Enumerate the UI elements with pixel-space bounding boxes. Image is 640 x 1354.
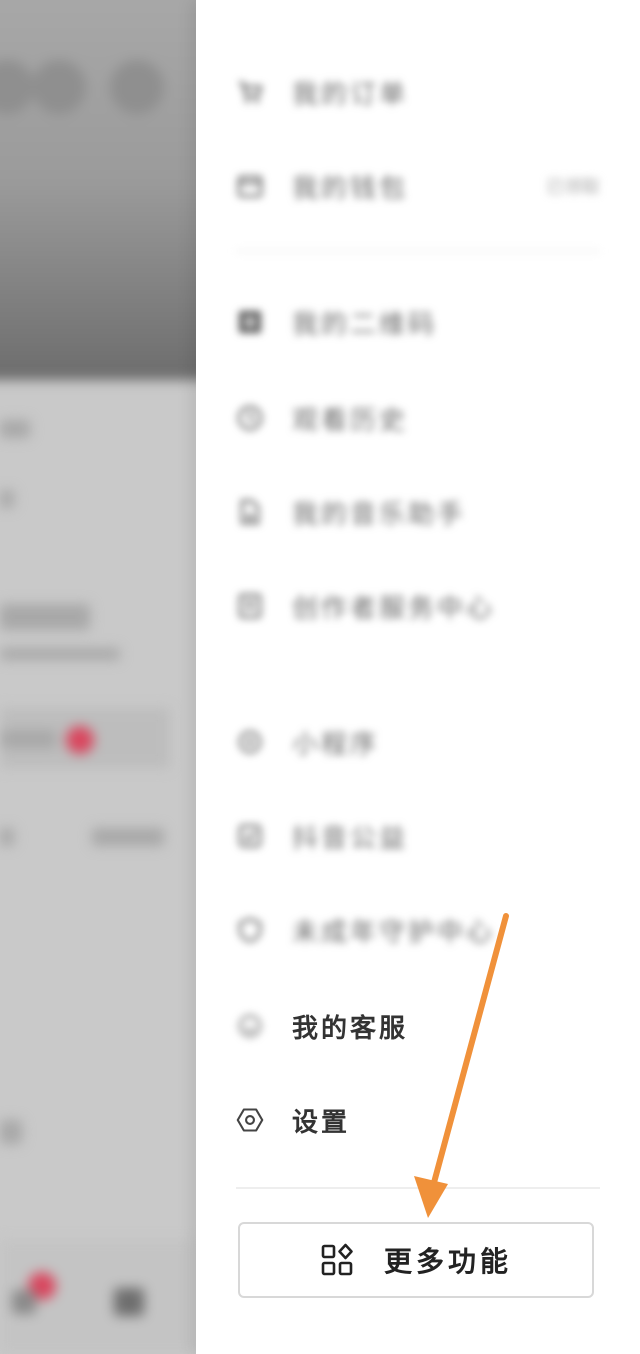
background-app [0,0,200,1354]
music-icon [236,498,264,526]
menu-item-mini-program[interactable]: 小程序 [236,712,600,772]
grid-apps-icon [320,1243,354,1277]
menu-item-charity[interactable]: 抖音公益 [236,806,600,866]
menu-item-minor-protection[interactable]: 未成年守护中心 [236,900,600,960]
menu-item-label: 抖音公益 [292,823,409,854]
menu-item-label: 小程序 [292,729,380,760]
background-text-row [0,648,120,660]
menu-divider [236,1187,600,1189]
menu-item-settings[interactable]: 设置 [236,1090,600,1150]
menu-item-orders[interactable]: 我的订单 [236,62,600,122]
qrcode-icon [236,308,264,336]
more-features-label: 更多功能 [383,1245,512,1278]
background-icon [12,1290,36,1314]
menu-item-label: 我的二维码 [292,309,438,340]
menu-item-label: 我的客服 [292,1013,409,1044]
charity-icon [236,822,264,850]
menu-item-trail-text: 已领取 [546,177,600,198]
background-text-row [0,730,56,748]
background-text-row [0,1120,22,1144]
background-text-row [0,420,30,438]
background-avatar-circle [110,60,164,114]
background-avatar-circle [32,60,86,114]
menu-item-label: 观看历史 [292,405,409,436]
background-text-row [0,490,14,508]
more-features-button[interactable]: 更多功能 [238,1222,594,1298]
menu-item-wallet[interactable]: 我的钱包 已领取 [236,156,600,216]
menu-item-label: 设置 [292,1107,351,1138]
menu-item-label: 创作者服务中心 [292,593,496,624]
background-text-row [92,828,164,846]
menu-item-label: 我的订单 [292,79,409,110]
background-text-row [0,604,90,630]
menu-item-customer-service[interactable]: 我的客服 [236,996,600,1056]
background-red-badge [66,726,94,754]
side-menu-panel: 我的订单 我的钱包 已领取 我的二维码 观看历史 我的音乐助手 创作者服务中心 … [196,0,640,1354]
background-icon [114,1288,144,1316]
menu-divider [236,250,600,252]
settings-hexagon-icon [236,1106,264,1134]
menu-item-qrcode[interactable]: 我的二维码 [236,292,600,352]
wallet-icon [236,172,264,200]
mini-program-icon [236,728,264,756]
headset-icon [236,1012,264,1040]
clock-icon [236,404,264,432]
cart-icon [236,78,264,106]
menu-item-label: 我的钱包 [292,173,409,204]
creator-icon [236,592,264,620]
menu-item-history[interactable]: 观看历史 [236,388,600,448]
menu-item-creator[interactable]: 创作者服务中心 [236,576,600,636]
background-header [0,0,200,380]
shield-icon [236,916,264,944]
menu-item-music[interactable]: 我的音乐助手 [236,482,600,542]
background-text-row [0,828,14,846]
menu-item-label: 未成年守护中心 [292,917,496,948]
menu-item-label: 我的音乐助手 [292,499,467,530]
